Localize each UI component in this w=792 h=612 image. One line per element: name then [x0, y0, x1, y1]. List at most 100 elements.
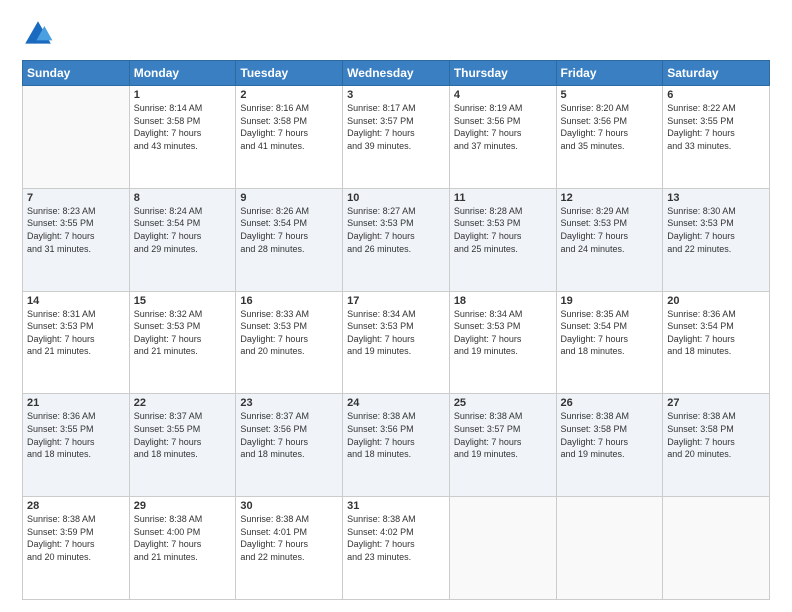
day-info: Sunrise: 8:17 AM Sunset: 3:57 PM Dayligh… [347, 102, 445, 152]
weekday-header: Friday [556, 61, 663, 86]
calendar-cell: 13Sunrise: 8:30 AM Sunset: 3:53 PM Dayli… [663, 188, 770, 291]
calendar-week-row: 7Sunrise: 8:23 AM Sunset: 3:55 PM Daylig… [23, 188, 770, 291]
day-number: 14 [27, 295, 125, 307]
day-number: 21 [27, 397, 125, 409]
calendar-cell: 11Sunrise: 8:28 AM Sunset: 3:53 PM Dayli… [449, 188, 556, 291]
day-info: Sunrise: 8:33 AM Sunset: 3:53 PM Dayligh… [240, 308, 338, 358]
day-info: Sunrise: 8:37 AM Sunset: 3:56 PM Dayligh… [240, 410, 338, 460]
weekday-header: Thursday [449, 61, 556, 86]
day-info: Sunrise: 8:28 AM Sunset: 3:53 PM Dayligh… [454, 205, 552, 255]
calendar-week-row: 14Sunrise: 8:31 AM Sunset: 3:53 PM Dayli… [23, 291, 770, 394]
calendar-cell: 14Sunrise: 8:31 AM Sunset: 3:53 PM Dayli… [23, 291, 130, 394]
day-number: 17 [347, 295, 445, 307]
day-info: Sunrise: 8:27 AM Sunset: 3:53 PM Dayligh… [347, 205, 445, 255]
logo [22, 18, 58, 50]
calendar-cell: 29Sunrise: 8:38 AM Sunset: 4:00 PM Dayli… [129, 497, 236, 600]
day-info: Sunrise: 8:38 AM Sunset: 3:56 PM Dayligh… [347, 410, 445, 460]
calendar: SundayMondayTuesdayWednesdayThursdayFrid… [22, 60, 770, 600]
day-number: 20 [667, 295, 765, 307]
calendar-cell: 1Sunrise: 8:14 AM Sunset: 3:58 PM Daylig… [129, 86, 236, 189]
calendar-cell: 31Sunrise: 8:38 AM Sunset: 4:02 PM Dayli… [343, 497, 450, 600]
day-number: 7 [27, 192, 125, 204]
calendar-cell: 30Sunrise: 8:38 AM Sunset: 4:01 PM Dayli… [236, 497, 343, 600]
day-number: 11 [454, 192, 552, 204]
day-info: Sunrise: 8:26 AM Sunset: 3:54 PM Dayligh… [240, 205, 338, 255]
calendar-cell: 5Sunrise: 8:20 AM Sunset: 3:56 PM Daylig… [556, 86, 663, 189]
day-info: Sunrise: 8:16 AM Sunset: 3:58 PM Dayligh… [240, 102, 338, 152]
calendar-cell: 25Sunrise: 8:38 AM Sunset: 3:57 PM Dayli… [449, 394, 556, 497]
day-number: 28 [27, 500, 125, 512]
day-info: Sunrise: 8:23 AM Sunset: 3:55 PM Dayligh… [27, 205, 125, 255]
day-number: 19 [561, 295, 659, 307]
day-info: Sunrise: 8:37 AM Sunset: 3:55 PM Dayligh… [134, 410, 232, 460]
day-number: 29 [134, 500, 232, 512]
weekday-header: Tuesday [236, 61, 343, 86]
header [22, 18, 770, 50]
day-number: 31 [347, 500, 445, 512]
day-info: Sunrise: 8:38 AM Sunset: 3:59 PM Dayligh… [27, 513, 125, 563]
calendar-week-row: 1Sunrise: 8:14 AM Sunset: 3:58 PM Daylig… [23, 86, 770, 189]
day-number: 3 [347, 89, 445, 101]
weekday-header: Wednesday [343, 61, 450, 86]
calendar-cell: 3Sunrise: 8:17 AM Sunset: 3:57 PM Daylig… [343, 86, 450, 189]
calendar-cell: 7Sunrise: 8:23 AM Sunset: 3:55 PM Daylig… [23, 188, 130, 291]
day-info: Sunrise: 8:38 AM Sunset: 3:57 PM Dayligh… [454, 410, 552, 460]
day-number: 15 [134, 295, 232, 307]
day-number: 30 [240, 500, 338, 512]
calendar-cell [556, 497, 663, 600]
day-number: 8 [134, 192, 232, 204]
day-info: Sunrise: 8:32 AM Sunset: 3:53 PM Dayligh… [134, 308, 232, 358]
day-info: Sunrise: 8:19 AM Sunset: 3:56 PM Dayligh… [454, 102, 552, 152]
day-info: Sunrise: 8:38 AM Sunset: 4:01 PM Dayligh… [240, 513, 338, 563]
day-info: Sunrise: 8:29 AM Sunset: 3:53 PM Dayligh… [561, 205, 659, 255]
calendar-cell: 6Sunrise: 8:22 AM Sunset: 3:55 PM Daylig… [663, 86, 770, 189]
calendar-cell: 19Sunrise: 8:35 AM Sunset: 3:54 PM Dayli… [556, 291, 663, 394]
calendar-cell [663, 497, 770, 600]
calendar-cell: 9Sunrise: 8:26 AM Sunset: 3:54 PM Daylig… [236, 188, 343, 291]
calendar-cell: 12Sunrise: 8:29 AM Sunset: 3:53 PM Dayli… [556, 188, 663, 291]
page: SundayMondayTuesdayWednesdayThursdayFrid… [0, 0, 792, 612]
day-number: 4 [454, 89, 552, 101]
day-number: 2 [240, 89, 338, 101]
calendar-cell [449, 497, 556, 600]
day-number: 6 [667, 89, 765, 101]
calendar-cell: 28Sunrise: 8:38 AM Sunset: 3:59 PM Dayli… [23, 497, 130, 600]
calendar-cell: 21Sunrise: 8:36 AM Sunset: 3:55 PM Dayli… [23, 394, 130, 497]
day-info: Sunrise: 8:38 AM Sunset: 4:00 PM Dayligh… [134, 513, 232, 563]
day-info: Sunrise: 8:38 AM Sunset: 3:58 PM Dayligh… [667, 410, 765, 460]
calendar-cell: 27Sunrise: 8:38 AM Sunset: 3:58 PM Dayli… [663, 394, 770, 497]
day-info: Sunrise: 8:24 AM Sunset: 3:54 PM Dayligh… [134, 205, 232, 255]
day-number: 9 [240, 192, 338, 204]
calendar-cell: 8Sunrise: 8:24 AM Sunset: 3:54 PM Daylig… [129, 188, 236, 291]
calendar-cell: 10Sunrise: 8:27 AM Sunset: 3:53 PM Dayli… [343, 188, 450, 291]
day-number: 10 [347, 192, 445, 204]
calendar-cell: 20Sunrise: 8:36 AM Sunset: 3:54 PM Dayli… [663, 291, 770, 394]
day-info: Sunrise: 8:34 AM Sunset: 3:53 PM Dayligh… [454, 308, 552, 358]
calendar-cell: 16Sunrise: 8:33 AM Sunset: 3:53 PM Dayli… [236, 291, 343, 394]
day-number: 16 [240, 295, 338, 307]
day-number: 5 [561, 89, 659, 101]
calendar-week-row: 28Sunrise: 8:38 AM Sunset: 3:59 PM Dayli… [23, 497, 770, 600]
day-number: 22 [134, 397, 232, 409]
calendar-cell: 24Sunrise: 8:38 AM Sunset: 3:56 PM Dayli… [343, 394, 450, 497]
day-number: 25 [454, 397, 552, 409]
weekday-header: Sunday [23, 61, 130, 86]
day-info: Sunrise: 8:38 AM Sunset: 3:58 PM Dayligh… [561, 410, 659, 460]
weekday-header: Monday [129, 61, 236, 86]
calendar-cell: 22Sunrise: 8:37 AM Sunset: 3:55 PM Dayli… [129, 394, 236, 497]
calendar-cell: 2Sunrise: 8:16 AM Sunset: 3:58 PM Daylig… [236, 86, 343, 189]
day-info: Sunrise: 8:35 AM Sunset: 3:54 PM Dayligh… [561, 308, 659, 358]
day-number: 23 [240, 397, 338, 409]
day-info: Sunrise: 8:34 AM Sunset: 3:53 PM Dayligh… [347, 308, 445, 358]
day-info: Sunrise: 8:36 AM Sunset: 3:55 PM Dayligh… [27, 410, 125, 460]
calendar-cell: 4Sunrise: 8:19 AM Sunset: 3:56 PM Daylig… [449, 86, 556, 189]
calendar-cell [23, 86, 130, 189]
day-number: 27 [667, 397, 765, 409]
day-info: Sunrise: 8:31 AM Sunset: 3:53 PM Dayligh… [27, 308, 125, 358]
calendar-week-row: 21Sunrise: 8:36 AM Sunset: 3:55 PM Dayli… [23, 394, 770, 497]
calendar-cell: 15Sunrise: 8:32 AM Sunset: 3:53 PM Dayli… [129, 291, 236, 394]
day-info: Sunrise: 8:38 AM Sunset: 4:02 PM Dayligh… [347, 513, 445, 563]
day-number: 13 [667, 192, 765, 204]
calendar-cell: 18Sunrise: 8:34 AM Sunset: 3:53 PM Dayli… [449, 291, 556, 394]
calendar-cell: 23Sunrise: 8:37 AM Sunset: 3:56 PM Dayli… [236, 394, 343, 497]
